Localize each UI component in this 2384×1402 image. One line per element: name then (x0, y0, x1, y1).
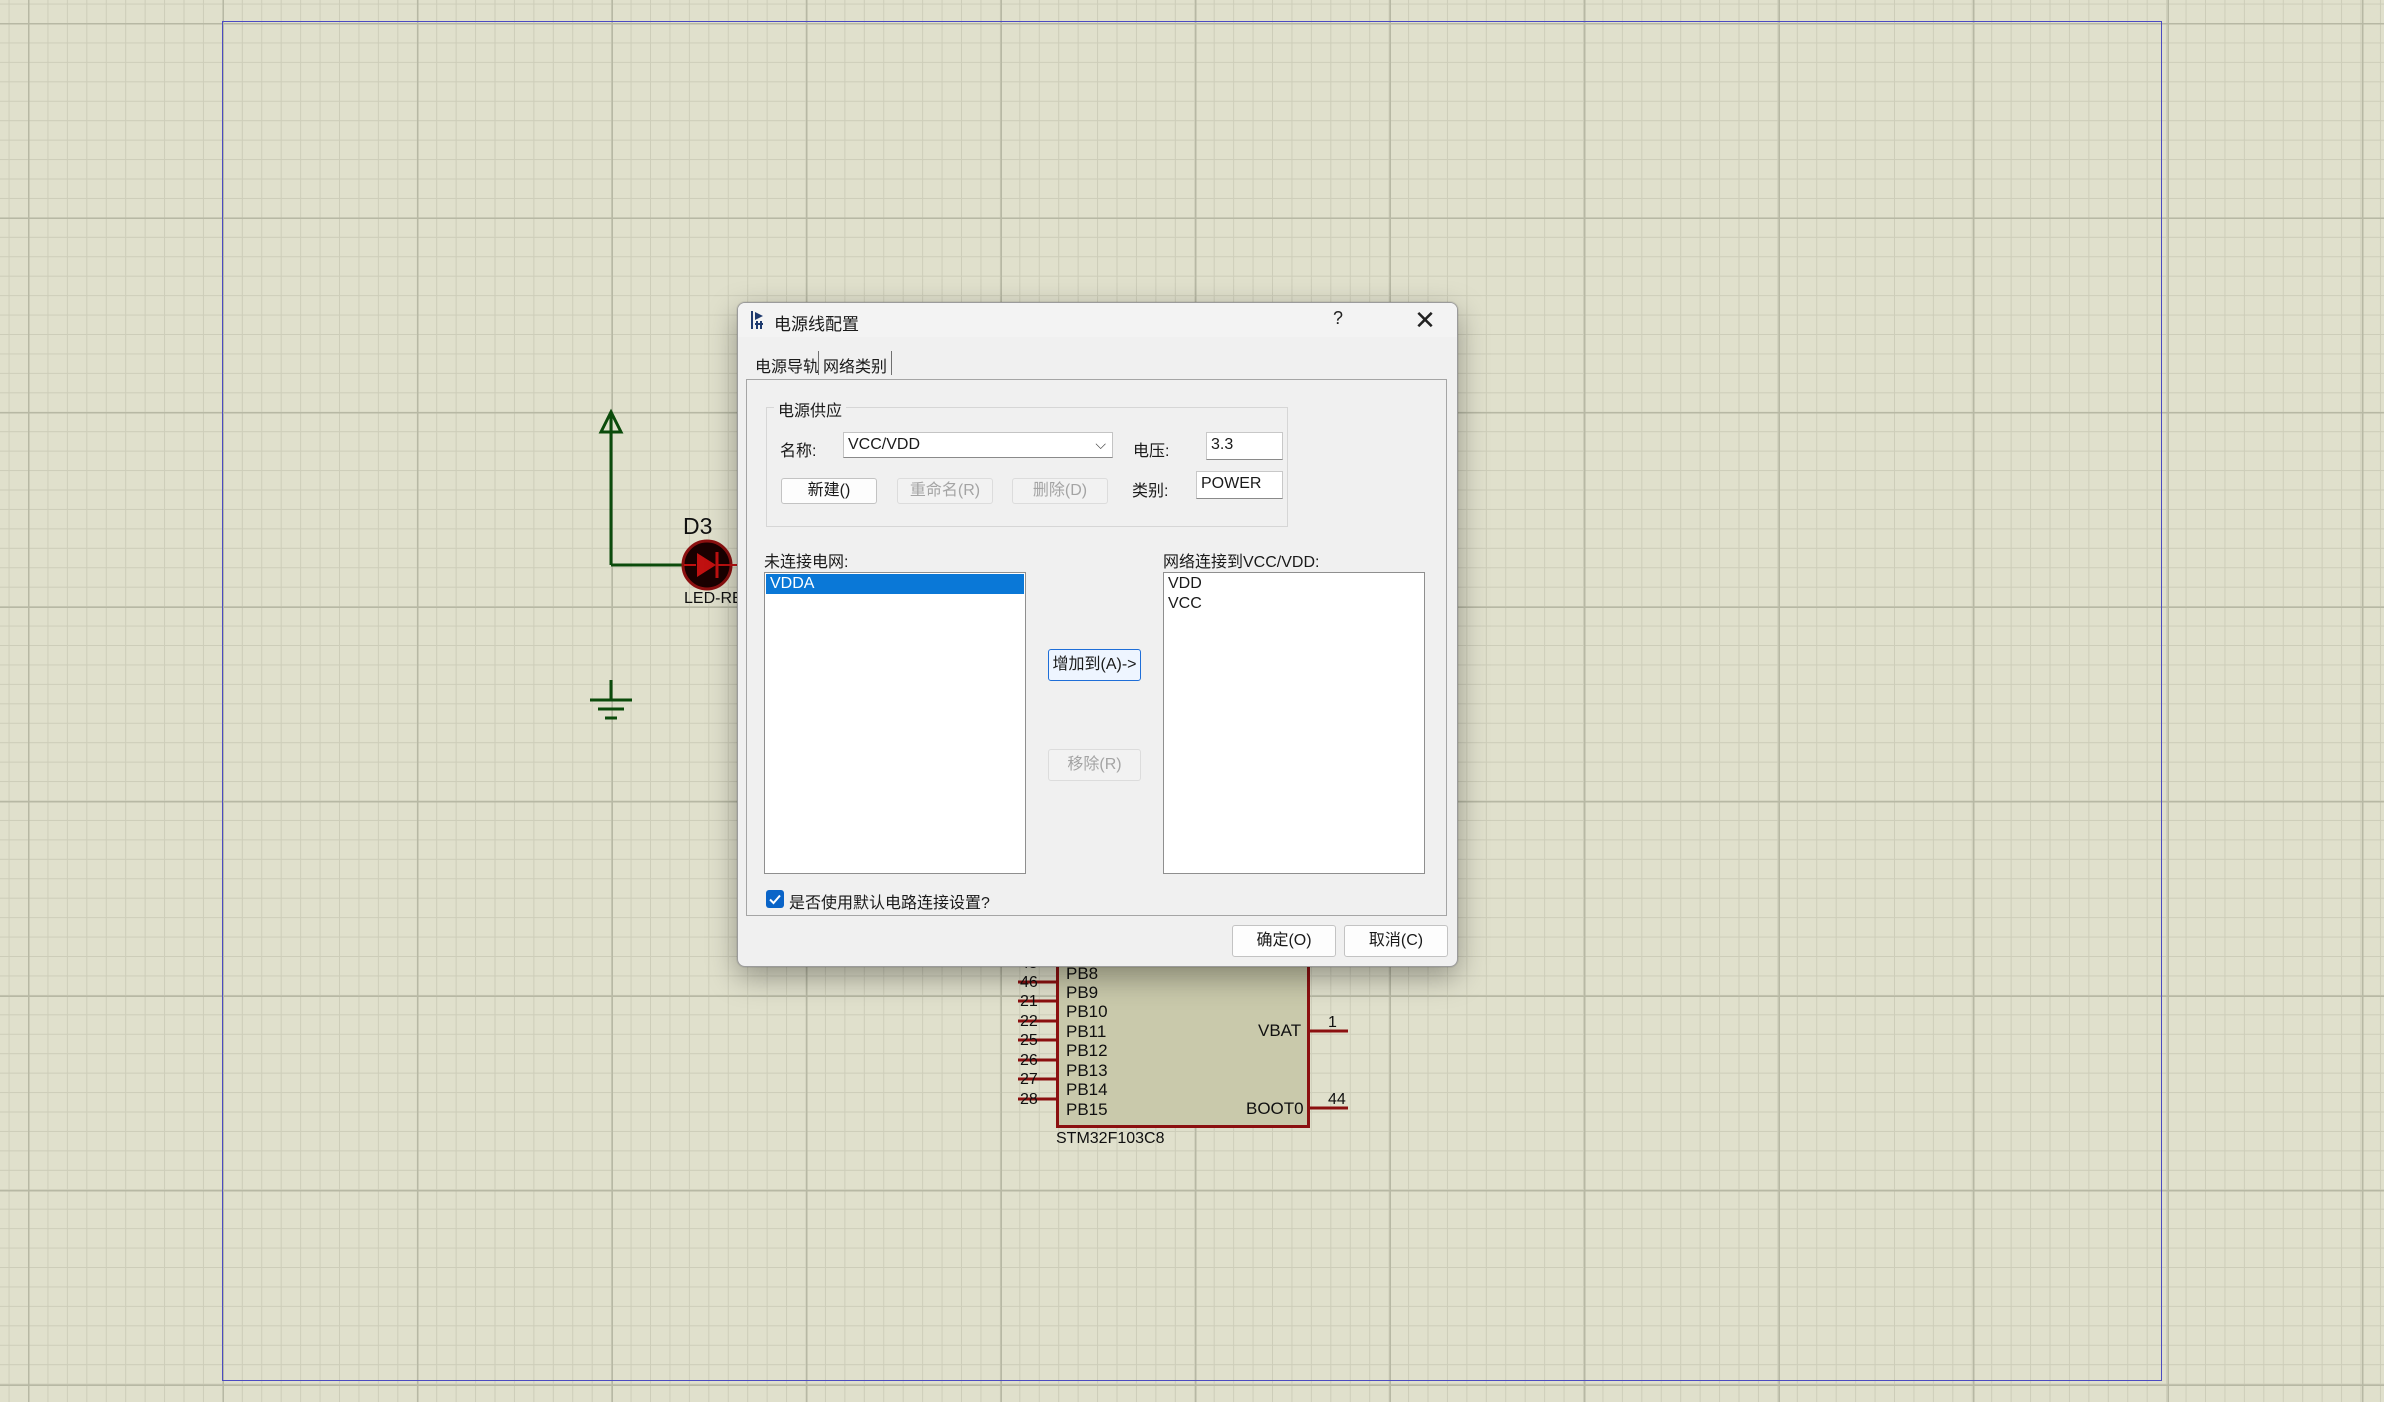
led-value: LED-RE (684, 590, 743, 607)
tab-net-class[interactable]: 网络类别 (823, 353, 887, 377)
tab-power-rails[interactable]: 电源导轨 (755, 353, 819, 377)
power-rail-dialog: 电源线配置 ? ✕ 电源导轨 网络类别 电源供应 名称: VCC/VDD ⌵ 电… (737, 302, 1458, 967)
voltage-label: 电压: (1133, 443, 1170, 460)
pin-name: PB14 (1066, 1080, 1108, 1099)
cancel-button[interactable]: 取消(C) (1344, 925, 1448, 957)
supply-name-select[interactable]: VCC/VDD ⌵ (843, 432, 1113, 458)
led-reference: D3 (683, 513, 713, 539)
rename-button[interactable]: 重命名(R) (897, 478, 993, 504)
pin-number: 22 (1020, 1013, 1038, 1030)
class-input[interactable]: POWER (1196, 471, 1283, 499)
connected-nets-list[interactable]: VDD VCC (1163, 572, 1425, 874)
pin-name: PB8 (1066, 964, 1099, 983)
close-icon[interactable]: ✕ (1410, 305, 1440, 335)
pin-name: PB10 (1066, 1002, 1108, 1021)
supply-group-title: 电源供应 (774, 397, 847, 421)
chip-name: STM32F103C8 (1056, 1130, 1165, 1147)
remove-button[interactable]: 移除(R) (1048, 749, 1141, 781)
pin-number: 25 (1020, 1032, 1038, 1049)
pin-number: 27 (1020, 1071, 1038, 1088)
pin-name: VBAT (1258, 1021, 1302, 1040)
voltage-input[interactable]: 3.3 (1206, 432, 1283, 460)
pin-number: 26 (1020, 1052, 1038, 1069)
dialog-title: 电源线配置 (774, 315, 859, 334)
supply-groupbox (766, 407, 1288, 527)
default-connection-checkbox[interactable] (766, 890, 784, 908)
add-to-button[interactable]: 增加到(A)-> (1048, 649, 1141, 681)
name-label: 名称: (780, 443, 817, 460)
title-bar[interactable]: 电源线配置 ? ✕ (738, 303, 1457, 337)
pin-name: PB9 (1066, 983, 1099, 1002)
pin-name: PB15 (1066, 1100, 1108, 1119)
class-label: 类别: (1132, 483, 1169, 500)
unconnected-nets-list[interactable]: VDDA (764, 572, 1026, 874)
checkmark-icon (769, 894, 781, 905)
chevron-down-icon: ⌵ (1095, 436, 1106, 452)
list-item[interactable]: VCC (1164, 594, 1424, 614)
pin-name: PB12 (1066, 1041, 1108, 1060)
help-button[interactable]: ? (1326, 308, 1350, 329)
connected-nets-label: 网络连接到VCC/VDD: (1163, 554, 1320, 571)
pin-number: 28 (1020, 1091, 1038, 1108)
pin-number: 46 (1020, 974, 1038, 991)
ok-button[interactable]: 确定(O) (1232, 925, 1336, 957)
supply-name-value: VCC/VDD (848, 436, 921, 453)
unconnected-nets-label: 未连接电网: (764, 554, 849, 571)
power-rail-icon (751, 311, 763, 329)
list-item[interactable]: VDDA (766, 574, 1024, 594)
pin-number: 1 (1328, 1014, 1337, 1031)
list-item[interactable]: VDD (1164, 574, 1424, 594)
tab-separator (818, 351, 819, 375)
pin-name: PB11 (1066, 1022, 1107, 1041)
pin-number: 21 (1020, 993, 1038, 1010)
pin-number: 44 (1328, 1091, 1346, 1108)
pin-name: BOOT0 (1246, 1099, 1304, 1118)
new-button[interactable]: 新建() (781, 478, 877, 504)
default-connection-label[interactable]: 是否使用默认电路连接设置? (789, 889, 990, 913)
tab-separator (891, 351, 892, 375)
pin-name: PB13 (1066, 1061, 1108, 1080)
delete-button[interactable]: 删除(D) (1012, 478, 1108, 504)
